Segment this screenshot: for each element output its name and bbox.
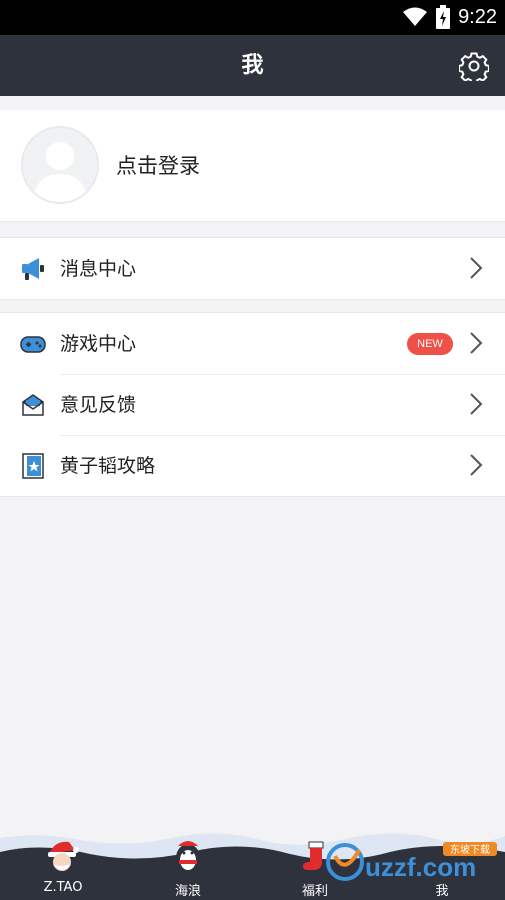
chevron-right-icon — [470, 454, 483, 476]
wifi-icon — [403, 7, 428, 26]
gear-icon[interactable] — [459, 51, 489, 81]
menu-item-feedback[interactable]: 意见反馈 — [0, 374, 505, 435]
watermark-sub: 东坡下载 — [450, 843, 490, 856]
status-bar: 9:22 — [0, 0, 505, 35]
page-title: 我 — [241, 53, 264, 78]
watermark-text: uzzf.com — [365, 852, 476, 882]
login-card[interactable]: 点击登录 — [0, 110, 505, 222]
uzzf-watermark-logo: uzzf.com 东坡下载 — [326, 842, 497, 882]
menu-item-label: 意见反馈 — [60, 394, 137, 416]
tab-ztao[interactable]: Z.TAO — [13, 830, 113, 900]
avatar[interactable] — [21, 126, 99, 204]
menu-group-main: 游戏中心 NEW 意见反馈 黄子韬攻略 — [0, 312, 505, 497]
envelope-icon — [22, 394, 44, 416]
login-label[interactable]: 点击登录 — [116, 150, 200, 180]
menu-item-label: 消息中心 — [60, 258, 137, 280]
menu-group-messages: 消息中心 — [0, 237, 505, 300]
menu-item-label: 游戏中心 — [60, 333, 137, 355]
menu-item-guide[interactable]: 黄子韬攻略 — [0, 435, 505, 496]
book-star-icon — [22, 453, 44, 479]
default-avatar-icon — [33, 142, 87, 202]
penguin-icon — [176, 841, 200, 872]
megaphone-icon — [22, 258, 44, 280]
gamepad-icon — [20, 336, 46, 353]
chevron-right-icon — [470, 257, 483, 279]
menu-item-label: 黄子韬攻略 — [60, 455, 156, 477]
menu-item-message-center[interactable]: 消息中心 — [0, 238, 505, 299]
battery-icon — [436, 5, 451, 29]
new-badge: NEW — [407, 333, 453, 355]
santa-icon — [48, 841, 79, 871]
tab-label: Z.TAO — [43, 880, 83, 895]
status-time: 9:22 — [458, 5, 497, 28]
top-nav-bar: 我 — [0, 35, 505, 96]
tab-label: 海浪 — [174, 884, 201, 899]
chevron-right-icon — [470, 393, 483, 415]
tab-wave[interactable]: 海浪 — [138, 830, 238, 900]
menu-item-game-center[interactable]: 游戏中心 NEW — [0, 313, 505, 374]
chevron-right-icon — [470, 332, 483, 354]
